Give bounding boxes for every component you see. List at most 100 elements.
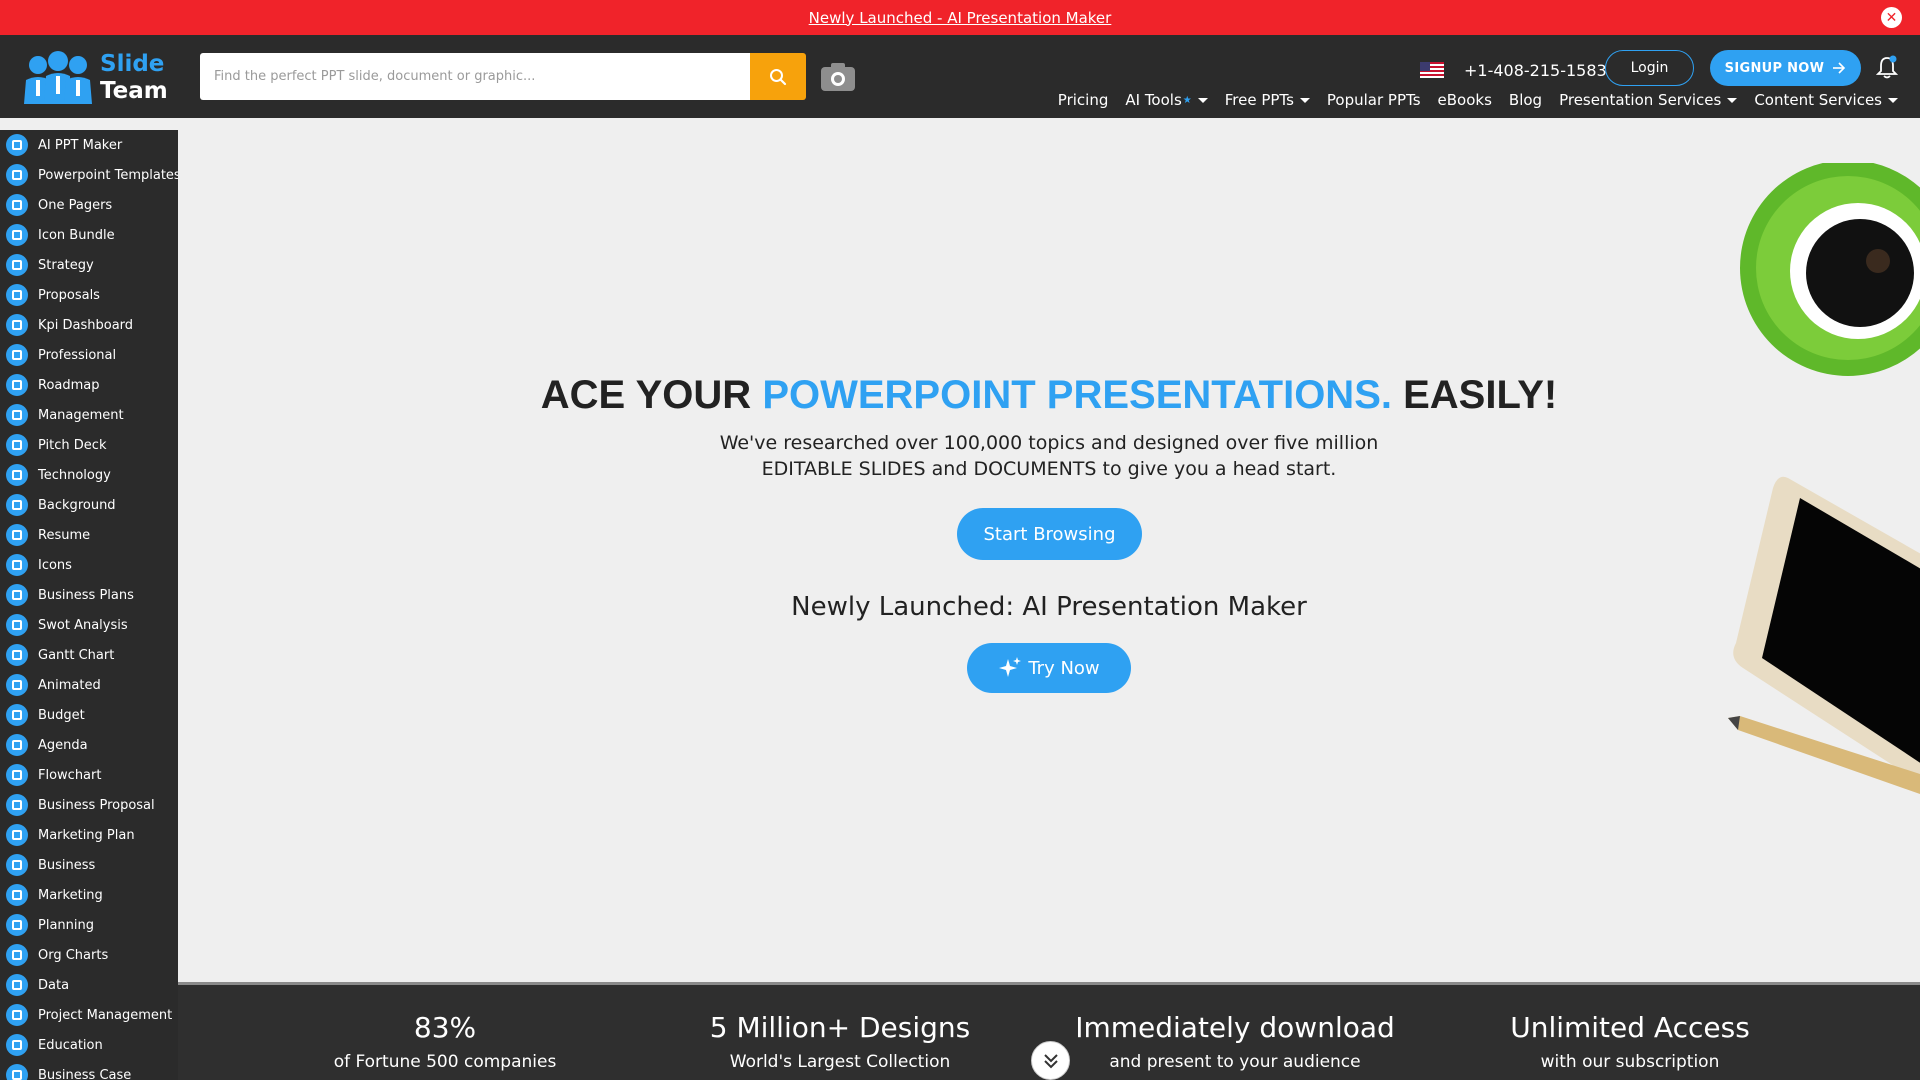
category-icon bbox=[6, 464, 28, 486]
logo[interactable]: Slide Team bbox=[18, 50, 168, 106]
sidebar-item-label: AI PPT Maker bbox=[38, 137, 123, 153]
sidebar-item[interactable]: Agenda bbox=[0, 730, 178, 760]
announcement-link[interactable]: Newly Launched - AI Presentation Maker bbox=[809, 9, 1112, 27]
sidebar-item[interactable]: Icons bbox=[0, 550, 178, 580]
caret-down-icon bbox=[1727, 97, 1738, 103]
sidebar-item[interactable]: Icon Bundle bbox=[0, 220, 178, 250]
hero-headline: ACE YOUR POWERPOINT PRESENTATIONS. EASIL… bbox=[178, 373, 1920, 418]
sidebar-item[interactable]: Powerpoint Templates bbox=[0, 160, 178, 190]
category-icon bbox=[6, 614, 28, 636]
search-button[interactable] bbox=[750, 53, 806, 100]
sidebar-item[interactable]: Roadmap bbox=[0, 370, 178, 400]
nav-free-ppts[interactable]: Free PPTs bbox=[1225, 91, 1310, 109]
sidebar-item[interactable]: Business Plans bbox=[0, 580, 178, 610]
sidebar-item[interactable]: Professional bbox=[0, 340, 178, 370]
stat-item: 5 Million+ Designs World's Largest Colle… bbox=[645, 1011, 1035, 1072]
sidebar-item[interactable]: Resume bbox=[0, 520, 178, 550]
category-icon bbox=[6, 914, 28, 936]
signup-label: SIGNUP NOW bbox=[1724, 60, 1825, 76]
try-now-button[interactable]: Try Now bbox=[967, 643, 1131, 693]
sidebar-item[interactable]: Business Case bbox=[0, 1060, 178, 1080]
sidebar-item-label: Icon Bundle bbox=[38, 227, 115, 243]
headline-part1: ACE YOUR bbox=[540, 373, 763, 417]
close-icon[interactable]: ✕ bbox=[1881, 7, 1902, 28]
category-icon bbox=[6, 824, 28, 846]
sidebar-item[interactable]: Budget bbox=[0, 700, 178, 730]
nav-presentation-services[interactable]: Presentation Services bbox=[1559, 91, 1738, 109]
category-icon bbox=[6, 134, 28, 156]
sidebar-item[interactable]: Org Charts bbox=[0, 940, 178, 970]
sidebar-item-label: Business Case bbox=[38, 1067, 132, 1080]
us-flag-icon bbox=[1420, 62, 1444, 78]
sidebar-item-label: Project Management bbox=[38, 1007, 173, 1023]
category-icon bbox=[6, 434, 28, 456]
stat-item: Immediately download and present to your… bbox=[1040, 1011, 1430, 1072]
sparkle-icon bbox=[999, 657, 1022, 677]
category-icon bbox=[6, 674, 28, 696]
nav-ai-tools[interactable]: AI Tools ★ bbox=[1125, 91, 1208, 109]
stat-item: Unlimited Access with our subscription bbox=[1435, 1011, 1825, 1072]
category-icon bbox=[6, 884, 28, 906]
sidebar-item-label: Proposals bbox=[38, 287, 100, 303]
sidebar-item[interactable]: Proposals bbox=[0, 280, 178, 310]
nav-pricing[interactable]: Pricing bbox=[1058, 91, 1109, 109]
signup-button[interactable]: SIGNUP NOW bbox=[1710, 50, 1861, 86]
stat-caption: World's Largest Collection bbox=[729, 1052, 951, 1072]
sidebar-item-label: Gantt Chart bbox=[38, 647, 115, 663]
camera-icon[interactable] bbox=[820, 62, 856, 92]
scroll-down-button[interactable] bbox=[1031, 1041, 1070, 1080]
sidebar-item[interactable]: Pitch Deck bbox=[0, 430, 178, 460]
stat-item: 83% of Fortune 500 companies bbox=[250, 1011, 640, 1072]
caret-down-icon bbox=[1888, 97, 1898, 103]
sidebar-item[interactable]: Planning bbox=[0, 910, 178, 940]
sidebar-item-label: One Pagers bbox=[38, 197, 113, 213]
sidebar-item[interactable]: Gantt Chart bbox=[0, 640, 178, 670]
search-input[interactable] bbox=[200, 53, 750, 100]
sidebar-item[interactable]: Marketing bbox=[0, 880, 178, 910]
sidebar-item-label: Technology bbox=[38, 467, 111, 483]
sidebar-item[interactable]: One Pagers bbox=[0, 190, 178, 220]
stat-value: 83% bbox=[413, 1011, 477, 1044]
contact-info: +1-408-215-1583 bbox=[1420, 55, 1607, 85]
nav-label: Popular PPTs bbox=[1326, 91, 1421, 109]
nav-blog[interactable]: Blog bbox=[1509, 91, 1542, 109]
start-browsing-button[interactable]: Start Browsing bbox=[957, 508, 1142, 560]
logo-text-team: Team bbox=[100, 78, 168, 104]
sidebar-item[interactable]: Technology bbox=[0, 460, 178, 490]
sidebar-item[interactable]: Background bbox=[0, 490, 178, 520]
stat-value: Unlimited Access bbox=[1510, 1011, 1750, 1044]
sidebar-item[interactable]: Strategy bbox=[0, 250, 178, 280]
nav-ebooks[interactable]: eBooks bbox=[1438, 91, 1492, 109]
logo-people-icon bbox=[24, 51, 92, 104]
nav-content-services[interactable]: Content Services bbox=[1754, 91, 1898, 109]
sidebar-item[interactable]: Education bbox=[0, 1030, 178, 1060]
category-sidebar: AI PPT Maker Powerpoint Templates One Pa… bbox=[0, 130, 178, 1080]
sidebar-item[interactable]: Management bbox=[0, 400, 178, 430]
category-icon bbox=[6, 164, 28, 186]
category-icon bbox=[6, 224, 28, 246]
login-button[interactable]: Login bbox=[1605, 50, 1694, 86]
logo-text-slide: Slide bbox=[100, 51, 165, 77]
sidebar-item[interactable]: Marketing Plan bbox=[0, 820, 178, 850]
phone-number[interactable]: +1-408-215-1583 bbox=[1464, 61, 1607, 80]
sidebar-item[interactable]: Business Proposal bbox=[0, 790, 178, 820]
sidebar-item-label: Agenda bbox=[38, 737, 88, 753]
sidebar-item[interactable]: Business bbox=[0, 850, 178, 880]
bell-icon[interactable] bbox=[1876, 55, 1898, 79]
sidebar-item[interactable]: AI PPT Maker bbox=[0, 130, 178, 160]
sidebar-item-label: Strategy bbox=[38, 257, 94, 273]
category-icon bbox=[6, 734, 28, 756]
sidebar-item[interactable]: Animated bbox=[0, 670, 178, 700]
sidebar-item[interactable]: Data bbox=[0, 970, 178, 1000]
category-icon bbox=[6, 794, 28, 816]
sidebar-item[interactable]: Swot Analysis bbox=[0, 610, 178, 640]
sidebar-item-label: Org Charts bbox=[38, 947, 109, 963]
sidebar-item[interactable]: Kpi Dashboard bbox=[0, 310, 178, 340]
site-header: Slide Team +1-408-215-1583 Login bbox=[0, 35, 1920, 118]
sidebar-item-label: Powerpoint Templates bbox=[38, 167, 178, 183]
sidebar-item[interactable]: Project Management bbox=[0, 1000, 178, 1030]
star-icon: ★ bbox=[1182, 94, 1192, 106]
nav-label: Free PPTs bbox=[1224, 91, 1294, 109]
sidebar-item[interactable]: Flowchart bbox=[0, 760, 178, 790]
nav-popular-ppts[interactable]: Popular PPTs bbox=[1327, 91, 1421, 109]
